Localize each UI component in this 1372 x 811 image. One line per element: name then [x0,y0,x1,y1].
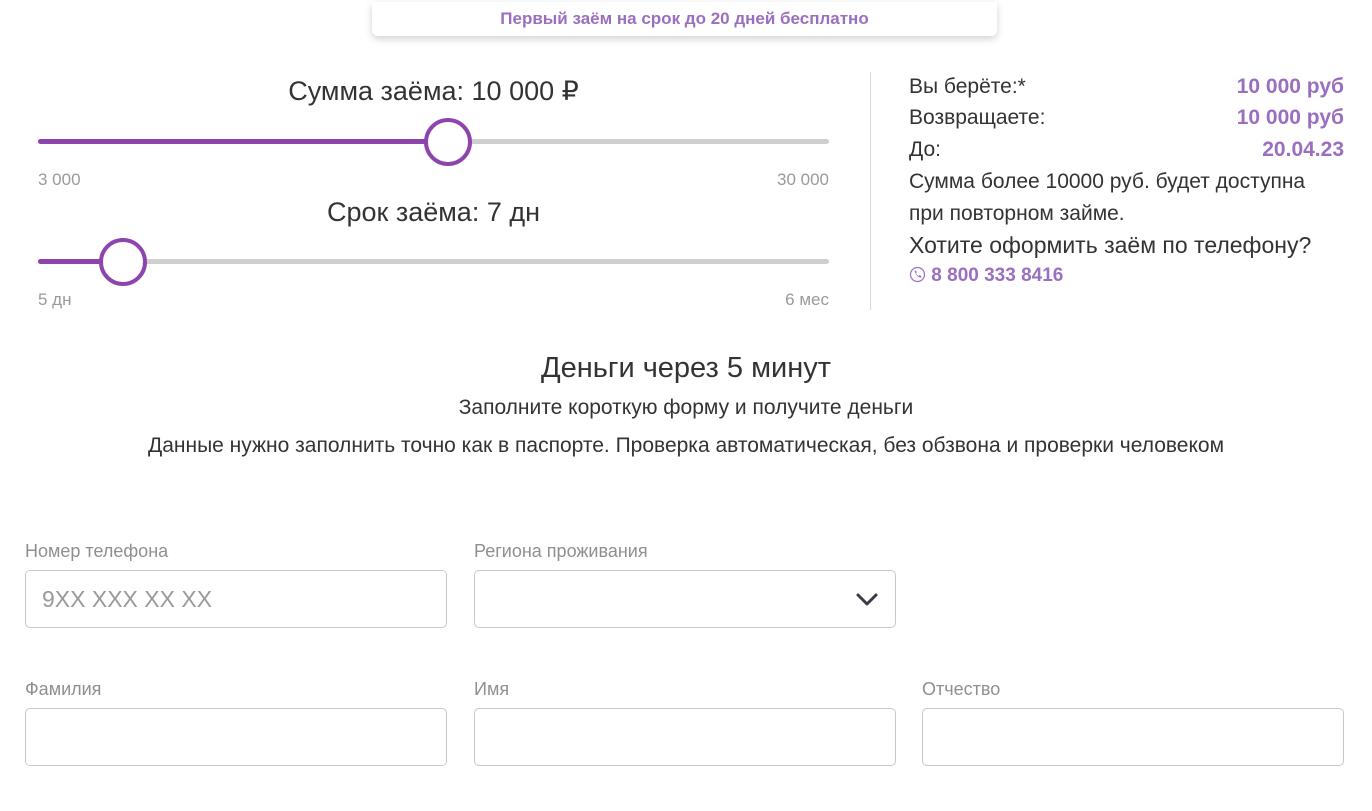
summary-until-row: До: 20.04.23 [909,138,1344,162]
amount-slider-thumb[interactable] [423,118,472,166]
return-label: Возвращаете: [909,106,1046,129]
term-slider-track[interactable] [38,259,829,264]
amount-slider-title: Сумма заёма: 10 000 ₽ [288,76,579,106]
region-select[interactable] [474,570,896,628]
firstname-field-label: Имя [474,679,510,699]
note-line-2: при повторном займе. [909,202,1125,225]
info-subtitle: Заполните короткую форму и получите день… [458,396,914,419]
info-hint: Данные нужно заполнить точно как в паспо… [147,434,1225,457]
lastname-field[interactable] [25,708,447,766]
phone-question: Хотите оформить заём по телефону? [909,232,1312,258]
phone-icon [909,266,926,283]
term-slider-title: Срок заёма: 7 дн [326,197,541,227]
summary-take-row: Вы берёте:* 10 000 руб [909,75,1344,99]
amount-slider-fill [38,139,448,144]
until-label: До: [909,138,941,161]
phone-field[interactable] [25,570,447,628]
region-field-label: Региона проживания [474,541,648,561]
patronymic-field[interactable] [922,708,1344,766]
term-min-label: 5 дн [38,290,72,309]
phone-link[interactable]: 8 800 333 8416 [909,265,1063,287]
phone-field-label: Номер телефона [25,541,169,561]
patronymic-field-label: Отчество [922,679,1001,699]
promo-text: Первый заём на срок до 20 дней бесплатно [500,9,869,28]
lastname-field-label: Фамилия [25,679,102,699]
promo-banner: Первый заём на срок до 20 дней бесплатно [372,2,997,36]
note-line-1: Сумма более 10000 руб. будет доступна [909,170,1306,193]
summary-return-row: Возвращаете: 10 000 руб [909,106,1344,130]
vertical-divider [870,72,871,310]
amount-max-label: 30 000 [777,170,829,189]
firstname-field[interactable] [474,708,896,766]
phone-number: 8 800 333 8416 [931,265,1064,286]
take-value: 10 000 руб [1236,75,1344,98]
summary-note: Сумма более 10000 руб. будет доступна пр… [909,166,1349,230]
amount-min-label: 3 000 [38,170,81,189]
info-heading: Деньги через 5 минут [540,352,832,384]
chevron-down-icon [856,593,878,606]
until-value: 20.04.23 [1262,138,1344,161]
term-max-label: 6 мес [785,290,829,309]
term-slider-thumb[interactable] [98,238,147,286]
take-label: Вы берёте:* [909,75,1026,98]
return-value: 10 000 руб [1236,106,1344,129]
